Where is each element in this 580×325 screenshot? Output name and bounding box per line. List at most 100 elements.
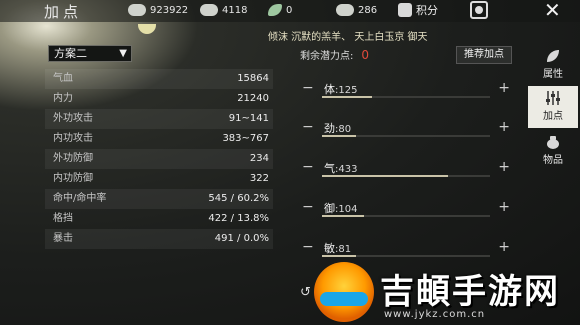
stat-row: 外功防御 234 [45, 149, 273, 169]
stat-row: 命中/命中率 545 / 60.2% [45, 189, 273, 209]
points-button[interactable]: 积分 [398, 2, 438, 18]
tab-label: 加点 [543, 111, 563, 122]
points-label: 积分 [416, 4, 438, 17]
resource-silver: 4118 [200, 4, 247, 16]
minus-button[interactable]: − [302, 119, 314, 135]
ingot-icon [336, 4, 354, 16]
attribute-bar [322, 215, 490, 217]
watermark-text: 吉頔手游网 [380, 272, 560, 312]
attribute-bar-fill [322, 135, 356, 137]
attribute-row-yu: − 御:104 + [302, 199, 510, 217]
attribute-row-jin: − 劲:80 + [302, 119, 510, 137]
stat-value: 545 / 60.2% [208, 193, 269, 204]
attribute-row-ti: − 体:125 + [302, 80, 510, 98]
plus-button[interactable]: + [498, 159, 510, 175]
attribute-bar-fill [322, 175, 448, 177]
attribute-name: 气 [324, 162, 335, 175]
reset-icon[interactable]: ↺ [300, 285, 311, 300]
stat-value: 383~767 [222, 133, 269, 144]
stat-row: 内功攻击 383~767 [45, 129, 273, 149]
minus-button[interactable]: − [302, 239, 314, 255]
stat-value: 422 / 13.8% [208, 213, 269, 224]
scrolling-banner: 倾沫 沉默的羔羊、 天上白玉京 御天 [268, 32, 428, 43]
attribute-row-qi: − 气:433 + [302, 159, 510, 177]
resource-leaf-value: 0 [286, 4, 293, 16]
stat-row: 格挡 422 / 13.8% [45, 209, 273, 229]
resource-coin-value: 923922 [150, 4, 189, 16]
stat-label: 外功防御 [53, 153, 93, 164]
resource-leaf: 0 [268, 4, 292, 16]
attribute-bar [322, 255, 490, 257]
chevron-down-icon: ▼ [119, 48, 127, 59]
attribute-name: 御 [324, 202, 335, 215]
page-title: 加点 [44, 3, 83, 21]
stat-row: 内功防御 322 [45, 169, 273, 189]
stat-label: 暴击 [53, 233, 73, 244]
attribute-bar [322, 135, 490, 137]
stat-label: 格挡 [53, 213, 73, 224]
stat-value: 21240 [237, 93, 269, 104]
attribute-name: 劲 [324, 122, 335, 135]
settings-icon[interactable] [470, 1, 488, 19]
resource-silver-value: 4118 [222, 4, 248, 16]
sliders-icon [546, 91, 560, 105]
attribute-value: 125 [338, 85, 358, 96]
attribute-value: 80 [338, 124, 352, 135]
plus-button[interactable]: + [498, 119, 510, 135]
attribute-value: 81 [338, 244, 352, 255]
tab-attributes[interactable]: 属性 [528, 44, 578, 86]
resource-ingot-value: 286 [358, 4, 378, 16]
minus-button[interactable]: − [302, 159, 314, 175]
attribute-value: 104 [338, 204, 358, 215]
stat-row: 气血 15864 [45, 69, 273, 89]
resource-coin: 923922 [128, 4, 188, 16]
tab-add-points[interactable]: 加点 [528, 86, 578, 128]
potential-value: 0 [361, 48, 370, 62]
plus-button[interactable]: + [498, 239, 510, 255]
moon-decoration [138, 24, 156, 34]
game-screen: 加点 923922 4118 0 286 积分 ✕ 倾沫 沉默的羔羊、 天上白玉… [0, 0, 580, 325]
lock-icon [398, 3, 412, 17]
stat-label: 内功防御 [53, 173, 93, 184]
stat-row: 内力 21240 [45, 89, 273, 109]
stat-label: 内功攻击 [53, 133, 93, 144]
coin-icon [128, 4, 146, 16]
watermark: 吉頔手游网 www.jykz.com.cn [314, 262, 580, 322]
top-bar: 加点 923922 4118 0 286 积分 ✕ [0, 0, 580, 22]
minus-button[interactable]: − [302, 80, 314, 96]
tab-label: 物品 [543, 155, 563, 166]
silver-icon [200, 4, 218, 16]
watermark-wave [320, 292, 368, 306]
stat-row: 外功攻击 91~141 [45, 109, 273, 129]
attribute-name: 敏 [324, 242, 335, 255]
recommend-button[interactable]: 推荐加点 [456, 46, 512, 64]
attribute-bar-fill [322, 215, 364, 217]
potential-label: 剩余潜力点: [300, 51, 354, 62]
stat-label: 内力 [53, 93, 73, 104]
watermark-url: www.jykz.com.cn [384, 309, 486, 320]
plan-selected: 方案二 [54, 47, 87, 60]
resource-ingot: 286 [336, 4, 377, 16]
stat-value: 234 [249, 153, 269, 164]
attribute-bar [322, 175, 490, 177]
plus-button[interactable]: + [498, 80, 510, 96]
tab-label: 属性 [543, 69, 563, 80]
leaf-icon [547, 50, 559, 62]
stat-label: 外功攻击 [53, 113, 93, 124]
bag-icon [547, 136, 559, 149]
tab-items[interactable]: 物品 [528, 130, 578, 172]
stat-value: 15864 [237, 73, 269, 84]
potential-points: 剩余潜力点: 0 [300, 47, 369, 62]
stat-label: 命中/命中率 [53, 193, 107, 204]
plus-button[interactable]: + [498, 199, 510, 215]
stats-list: 气血 15864 内力 21240 外功攻击 91~141 内功攻击 383~767 外… [45, 69, 273, 249]
attribute-bar-fill [322, 255, 356, 257]
plan-dropdown[interactable]: 方案二 ▼ [48, 45, 132, 62]
stat-value: 91~141 [228, 113, 269, 124]
attribute-bar [322, 96, 490, 98]
stat-value: 322 [249, 173, 269, 184]
stat-label: 气血 [53, 73, 73, 84]
minus-button[interactable]: − [302, 199, 314, 215]
close-button[interactable]: ✕ [544, 0, 561, 22]
attribute-bar-fill [322, 96, 373, 98]
